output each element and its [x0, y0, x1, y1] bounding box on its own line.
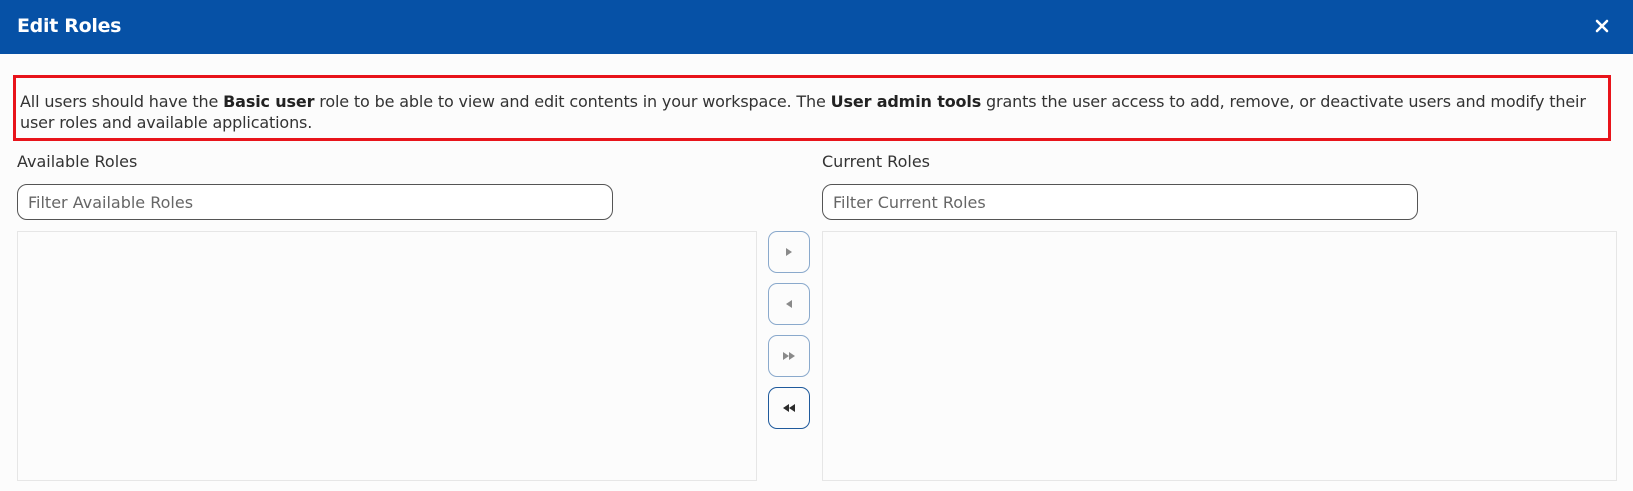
close-icon [1595, 19, 1609, 33]
notice-text-1: All users should have the [20, 92, 224, 111]
dialog-header: Edit Roles [0, 0, 1633, 54]
current-roles-label: Current Roles [822, 152, 930, 171]
filter-available-roles-input[interactable] [17, 184, 613, 220]
current-roles-list[interactable] [822, 231, 1617, 481]
roles-notice: All users should have the Basic user rol… [13, 75, 1611, 141]
move-all-left-icon [783, 404, 795, 412]
move-left-icon [786, 300, 792, 308]
move-left-button[interactable] [768, 283, 810, 325]
edit-roles-dialog: Edit Roles All users should have the Bas… [0, 0, 1633, 491]
move-all-left-button[interactable] [768, 387, 810, 429]
move-right-icon [786, 248, 792, 256]
available-roles-list[interactable] [17, 231, 757, 481]
notice-bold-user-admin-tools: User admin tools [830, 92, 982, 111]
notice-text-2: role to be able to view and edit content… [314, 92, 831, 111]
move-right-button[interactable] [768, 231, 810, 273]
notice-bold-basic-user: Basic user [223, 92, 315, 111]
filter-current-roles-input[interactable] [822, 184, 1418, 220]
close-button[interactable] [1587, 11, 1617, 41]
move-all-right-icon [783, 352, 795, 360]
move-all-right-button[interactable] [768, 335, 810, 377]
available-roles-label: Available Roles [17, 152, 138, 171]
dialog-title: Edit Roles [17, 15, 122, 37]
